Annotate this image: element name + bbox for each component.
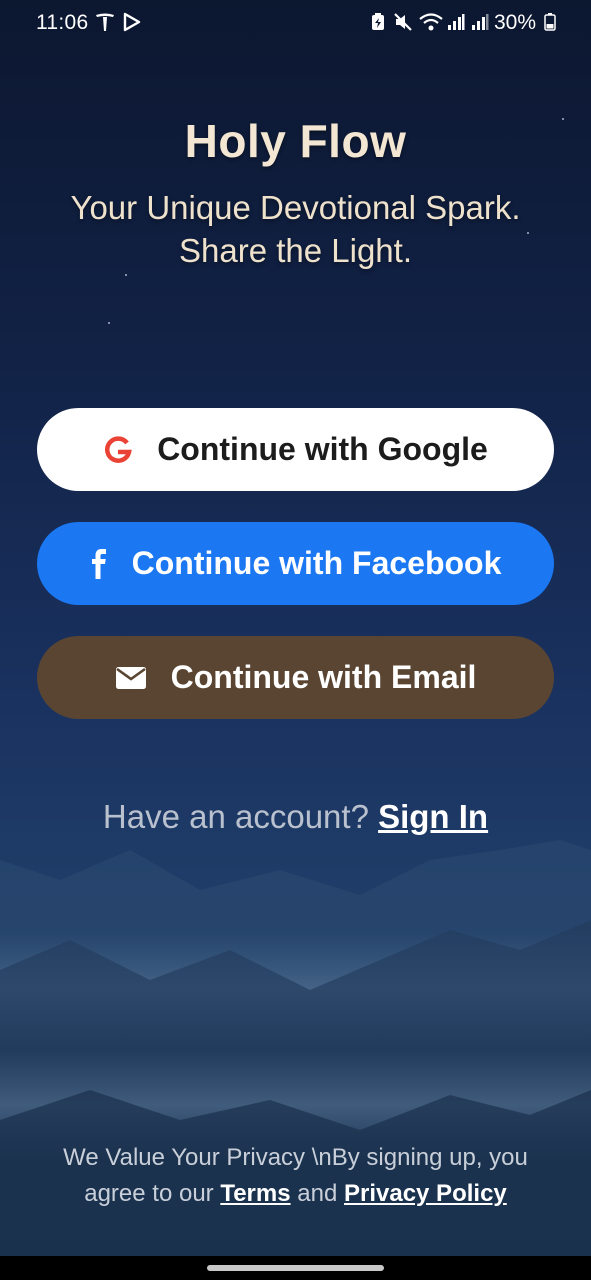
signup-screen: 11:06 30% Holy Flow Your Unique Devotion… [0, 0, 591, 1280]
google-button-label: Continue with Google [157, 431, 488, 467]
mute-icon [392, 11, 414, 39]
battery-percentage: 30% [494, 11, 537, 34]
signal-icon [470, 11, 490, 39]
app-title: Holy Flow [184, 115, 407, 167]
tagline: Your Unique Devotional Spark. Share the … [0, 186, 591, 272]
envelope-icon [115, 666, 147, 690]
continue-with-email-button[interactable]: Continue with Email [37, 636, 554, 719]
star [125, 274, 127, 276]
play-store-icon [122, 11, 142, 39]
status-bar: 11:06 30% [0, 0, 591, 46]
tesla-icon [94, 11, 116, 39]
status-time: 11:06 [36, 11, 89, 34]
google-icon [103, 435, 133, 465]
continue-with-google-button[interactable]: Continue with Google [37, 408, 554, 491]
tagline-line-2: Share the Light. [179, 232, 412, 269]
battery-saver-icon [370, 11, 386, 39]
signin-row: Have an account? Sign In [0, 798, 591, 836]
privacy-notice: We Value Your Privacy \nBy signing up, y… [40, 1140, 551, 1212]
signin-prompt: Have an account? [102, 798, 369, 835]
facebook-icon [90, 548, 108, 580]
battery-icon [544, 11, 556, 39]
sign-in-link[interactable]: Sign In [378, 798, 488, 835]
star [108, 322, 110, 324]
wifi-icon [418, 11, 444, 39]
email-button-label: Continue with Email [170, 659, 477, 695]
navigation-bar [0, 1256, 591, 1280]
terms-link[interactable]: Terms [220, 1180, 290, 1207]
continue-with-facebook-button[interactable]: Continue with Facebook [37, 522, 554, 605]
home-indicator[interactable] [207, 1265, 384, 1271]
tagline-line-1: Your Unique Devotional Spark. [70, 189, 521, 226]
facebook-button-label: Continue with Facebook [131, 545, 502, 581]
signal-icon [446, 11, 466, 39]
privacy-policy-link[interactable]: Privacy Policy [344, 1180, 507, 1207]
privacy-and-text: and [297, 1180, 338, 1207]
